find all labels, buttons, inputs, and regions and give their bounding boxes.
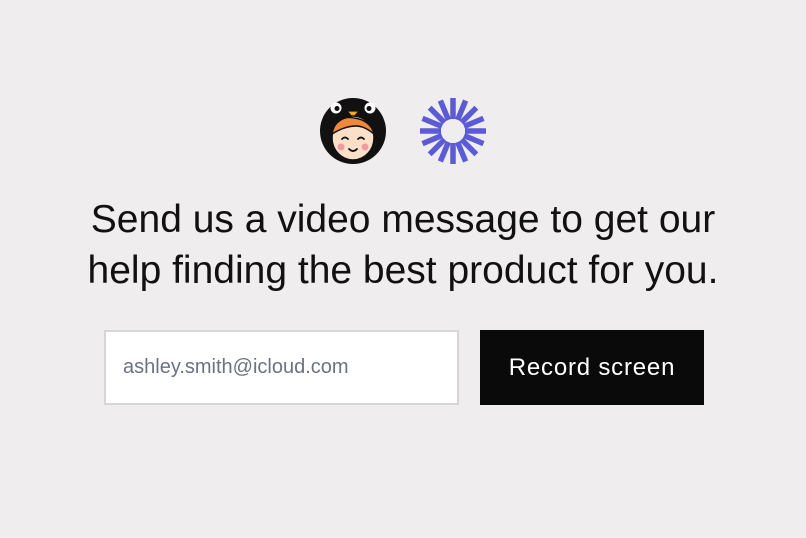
record-screen-button[interactable]: Record screen xyxy=(480,330,704,405)
email-field[interactable] xyxy=(104,330,459,405)
headline-line-1: Send us a video message to get our xyxy=(90,198,716,241)
sunburst-logo-icon xyxy=(420,98,486,164)
headline-line-2: help finding the best product for you. xyxy=(87,249,719,292)
headline: Send us a video message to get our help … xyxy=(0,194,806,296)
avatar-icon xyxy=(320,98,386,164)
logo-row xyxy=(0,96,806,166)
